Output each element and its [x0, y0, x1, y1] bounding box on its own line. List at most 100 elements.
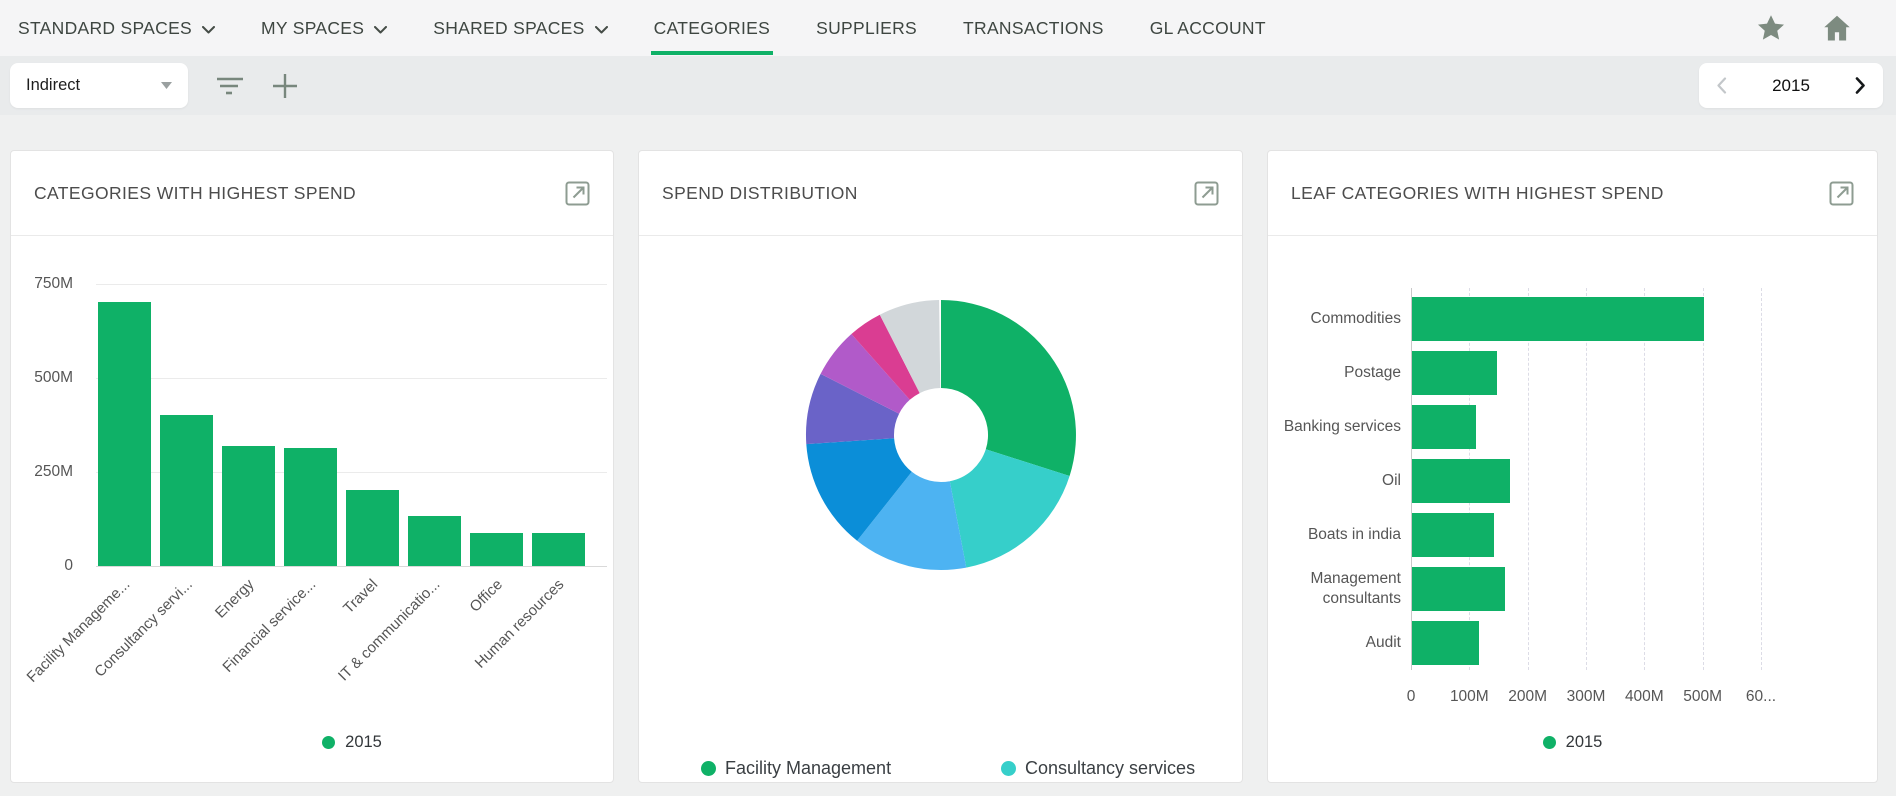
legend-label: Facility Management: [725, 758, 891, 779]
previous-year-button[interactable]: [1712, 73, 1731, 98]
nav-tabs: STANDARD SPACES MY SPACES SHARED SPACES CAT…: [18, 0, 1266, 56]
card-header: SPEND DISTRIBUTION: [639, 151, 1242, 236]
x-axis-label: Travel: [340, 576, 381, 617]
card-title: CATEGORIES WITH HIGHEST SPEND: [34, 183, 356, 204]
row-label-boats-in-india: Boats in india: [1268, 513, 1401, 557]
x-tick-label: 300M: [1567, 688, 1606, 706]
row-label-management-consultants: Management consultants: [1268, 567, 1401, 611]
chevron-down-icon: [374, 26, 387, 34]
favorite-star-icon[interactable]: [1756, 13, 1786, 43]
x-tick-label: 0: [1407, 688, 1416, 706]
y-tick-label: 500M: [11, 369, 73, 387]
chevron-down-icon: [202, 26, 215, 34]
bar-chart-categories: 750M500M250M0Facility Manageme...Consult…: [11, 236, 613, 706]
bar-office[interactable]: [470, 533, 523, 566]
home-icon[interactable]: [1822, 13, 1852, 43]
dimension-selector-value: Indirect: [26, 76, 80, 95]
legend-dot: [701, 761, 716, 776]
x-tick-label: 400M: [1625, 688, 1664, 706]
legend-label: Consultancy services: [1025, 758, 1195, 779]
open-in-window-icon[interactable]: [1193, 180, 1220, 207]
legend-item-facility-management[interactable]: Facility Management: [701, 758, 1001, 779]
bar-consultancy-servi[interactable]: [160, 415, 213, 566]
row-label-commodities: Commodities: [1268, 297, 1401, 341]
bar-oil[interactable]: [1412, 459, 1510, 503]
caret-down-icon: [161, 82, 172, 89]
bar-audit[interactable]: [1412, 621, 1479, 665]
tab-label: MY SPACES: [261, 18, 364, 39]
bar-boats-in-india[interactable]: [1412, 513, 1494, 557]
tab-label: GL ACCOUNT: [1150, 18, 1266, 39]
tab-shared-spaces[interactable]: SHARED SPACES: [433, 0, 607, 56]
tab-label: CATEGORIES: [654, 18, 770, 39]
row-label-banking-services: Banking services: [1268, 405, 1401, 449]
bar-commodities[interactable]: [1412, 297, 1704, 341]
bar-chart-leaf-categories: 0 100M 200M 300M 400M 500M 60... Commodities Pos…: [1268, 236, 1877, 736]
gridline-500M: [96, 378, 607, 379]
tab-transactions[interactable]: TRANSACTIONS: [963, 0, 1104, 56]
bar-banking-services[interactable]: [1412, 405, 1476, 449]
x-tick-label: 100M: [1450, 688, 1489, 706]
donut-legend: Facility ManagementConsultancy servicesE…: [701, 758, 1243, 783]
bar-energy[interactable]: [222, 446, 275, 566]
tab-label: STANDARD SPACES: [18, 18, 192, 39]
tab-standard-spaces[interactable]: STANDARD SPACES: [18, 0, 215, 56]
chevron-down-icon: [595, 26, 608, 34]
open-in-window-icon[interactable]: [564, 180, 591, 207]
donut-segment-facility-management[interactable]: [941, 300, 1076, 476]
nav-action-icons: [1756, 0, 1852, 56]
tab-categories[interactable]: CATEGORIES: [654, 0, 770, 56]
filter-icon[interactable]: [216, 75, 244, 97]
row-label-postage: Postage: [1268, 351, 1401, 395]
gridline-200m: [1528, 288, 1529, 670]
dimension-selector[interactable]: Indirect: [10, 63, 188, 108]
gridline-400m: [1644, 288, 1645, 670]
chart-legend-2015[interactable]: 2015: [51, 733, 614, 752]
card-categories-with-highest-spend: CATEGORIES WITH HIGHEST SPEND 750M500M25…: [10, 150, 614, 783]
x-axis-label: Office: [466, 576, 506, 616]
x-axis-label: Facility Manageme...: [24, 576, 134, 686]
x-tick-label: 60...: [1746, 688, 1776, 706]
gridline-0: [96, 566, 607, 567]
chart-legend-2015[interactable]: 2015: [1268, 733, 1877, 752]
bar-financial-service[interactable]: [284, 448, 337, 566]
tab-my-spaces[interactable]: MY SPACES: [261, 0, 387, 56]
tab-label: SHARED SPACES: [433, 18, 584, 39]
row-label-audit: Audit: [1268, 621, 1401, 665]
gridline-60: [1761, 288, 1762, 670]
card-header: CATEGORIES WITH HIGHEST SPEND: [11, 151, 613, 236]
tab-label: TRANSACTIONS: [963, 18, 1104, 39]
bar-facility-manageme[interactable]: [98, 302, 151, 566]
top-nav: STANDARD SPACES MY SPACES SHARED SPACES CAT…: [0, 0, 1896, 56]
x-tick-label: 500M: [1683, 688, 1722, 706]
bar-management-consultants[interactable]: [1412, 567, 1505, 611]
bar-it-communicatio[interactable]: [408, 516, 461, 566]
bar-travel[interactable]: [346, 490, 399, 566]
gridline-500m: [1703, 288, 1704, 670]
gridline-300m: [1586, 288, 1587, 670]
card-leaf-categories-with-highest-spend: LEAF CATEGORIES WITH HIGHEST SPEND 0 100M…: [1267, 150, 1878, 783]
legend-label: 2015: [345, 733, 382, 752]
next-year-button[interactable]: [1851, 73, 1870, 98]
tab-gl-account[interactable]: GL ACCOUNT: [1150, 0, 1266, 56]
bar-postage[interactable]: [1412, 351, 1497, 395]
legend-dot: [1543, 736, 1556, 749]
x-axis-label: Energy: [212, 576, 258, 622]
row-label-oil: Oil: [1268, 459, 1401, 503]
gridline-750M: [96, 284, 607, 285]
toolbar: Indirect 2015: [0, 56, 1896, 115]
x-tick-label: 200M: [1508, 688, 1547, 706]
tab-label: SUPPLIERS: [816, 18, 917, 39]
y-tick-label: 0: [11, 557, 73, 575]
year-selector-value: 2015: [1772, 76, 1810, 96]
card-title: LEAF CATEGORIES WITH HIGHEST SPEND: [1291, 183, 1664, 204]
year-selector: 2015: [1699, 63, 1883, 108]
legend-item-consultancy-services[interactable]: Consultancy services: [1001, 758, 1243, 779]
open-in-window-icon[interactable]: [1828, 180, 1855, 207]
bar-human-resources[interactable]: [532, 533, 585, 566]
plus-icon[interactable]: [272, 73, 298, 99]
card-spend-distribution: SPEND DISTRIBUTION Facility Management Co…: [638, 150, 1243, 783]
tab-suppliers[interactable]: SUPPLIERS: [816, 0, 917, 56]
dashboard-cards: CATEGORIES WITH HIGHEST SPEND 750M500M25…: [10, 150, 1896, 783]
donut-chart-spend-distribution: [639, 236, 1242, 616]
